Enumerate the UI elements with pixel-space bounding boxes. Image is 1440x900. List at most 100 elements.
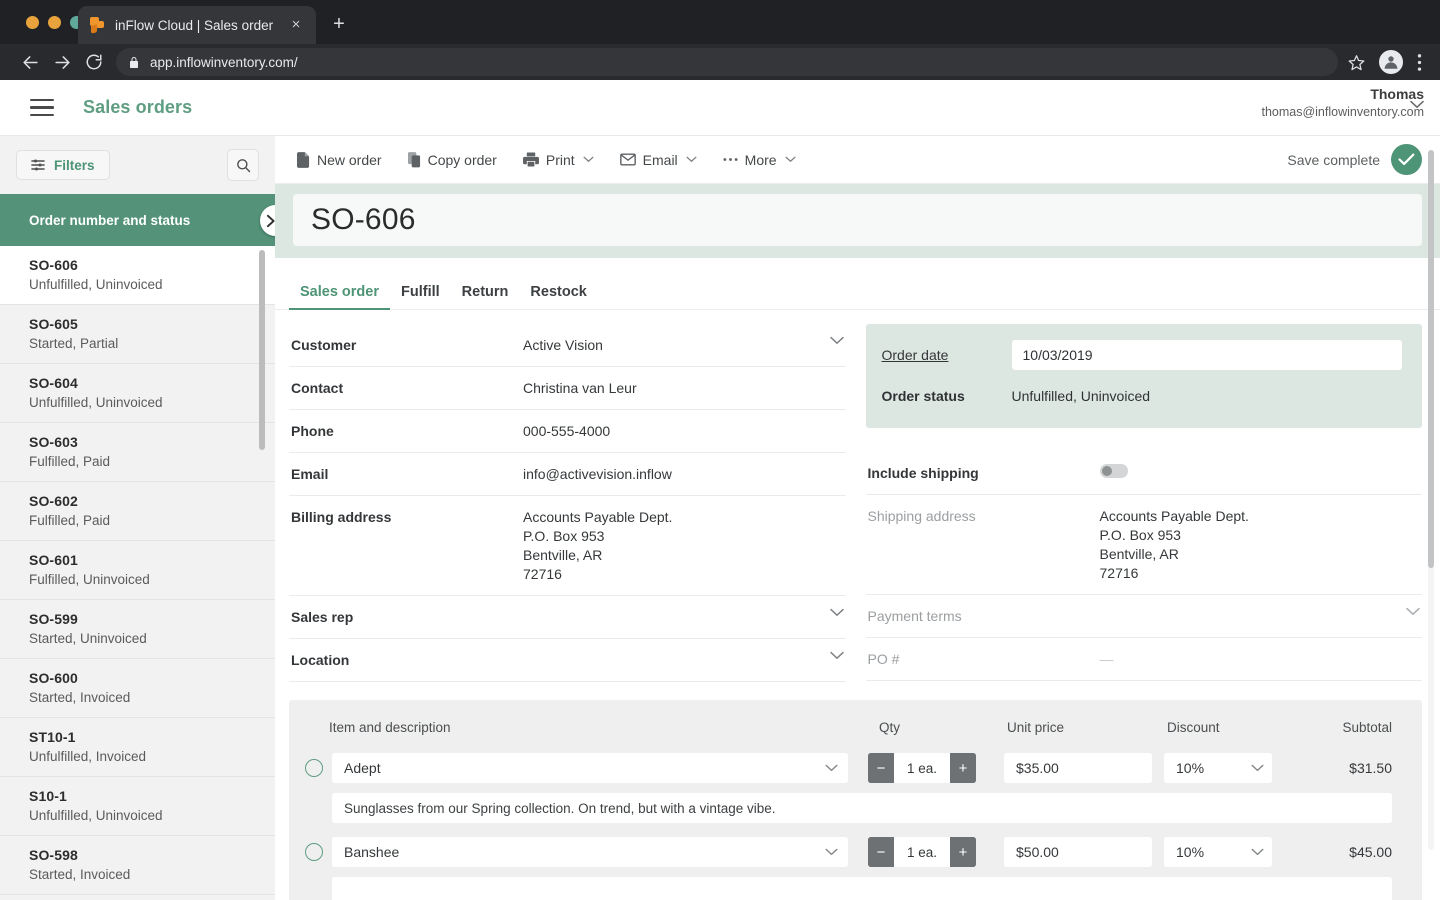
- minimize-window-button[interactable]: [48, 16, 61, 29]
- forward-button[interactable]: [46, 48, 78, 76]
- list-item[interactable]: SO-602 Fulfilled, Paid: [0, 482, 275, 541]
- chevron-down-icon[interactable]: [819, 764, 838, 772]
- discount-select[interactable]: 10%: [1164, 837, 1272, 867]
- field-billing-address[interactable]: Billing address Accounts Payable Dept. P…: [289, 496, 846, 596]
- field-label: Phone: [291, 423, 334, 439]
- field-value: 000-555-4000: [523, 423, 611, 439]
- field-po-number[interactable]: PO # —: [865, 638, 1422, 681]
- field-email[interactable]: Email info@activevision.inflow: [289, 453, 846, 496]
- quantity-stepper[interactable]: − 1 ea. +: [868, 753, 976, 783]
- order-date-row[interactable]: Order date 10/03/2019: [882, 340, 1402, 370]
- chevron-down-icon[interactable]: [583, 156, 594, 163]
- new-document-icon: [297, 151, 310, 168]
- close-tab-icon[interactable]: ×: [286, 15, 306, 35]
- list-item[interactable]: ST10-1 Unfulfilled, Invoiced: [0, 718, 275, 777]
- field-label: PO #: [867, 651, 900, 667]
- reload-button[interactable]: [78, 48, 110, 76]
- address-bar[interactable]: app.inflowinventory.com/: [116, 48, 1338, 76]
- quantity-decrement-button[interactable]: −: [868, 753, 894, 783]
- field-contact[interactable]: Contact Christina van Leur: [289, 367, 846, 410]
- email-button[interactable]: Email: [619, 152, 697, 168]
- quantity-value[interactable]: 1 ea.: [894, 837, 950, 867]
- more-label: More: [744, 151, 777, 168]
- field-payment-terms[interactable]: Payment terms: [865, 595, 1422, 638]
- list-item[interactable]: SO-600 Started, Invoiced: [0, 659, 275, 718]
- browser-menu-icon[interactable]: [1417, 53, 1422, 72]
- unit-price-input[interactable]: $35.00: [1004, 753, 1152, 783]
- back-button[interactable]: [14, 48, 46, 76]
- table-row[interactable]: Adept − 1 ea. + $35.00 10% $31.50: [289, 747, 1422, 789]
- filters-button[interactable]: Filters: [16, 150, 110, 180]
- browser-profile-avatar[interactable]: [1379, 50, 1403, 74]
- field-location[interactable]: Location: [289, 639, 846, 682]
- bookmark-star-icon[interactable]: [1348, 54, 1365, 71]
- row-select-radio[interactable]: [305, 759, 323, 777]
- list-item[interactable]: SO-605 Started, Partial: [0, 305, 275, 364]
- tab-return[interactable]: Return: [451, 284, 520, 309]
- unit-price-input[interactable]: $50.00: [1004, 837, 1152, 867]
- item-description-input[interactable]: Sunglasses from our Spring collection. O…: [332, 793, 1392, 823]
- quantity-stepper[interactable]: − 1 ea. +: [868, 837, 976, 867]
- list-item[interactable]: SO-599 Started, Uninvoiced: [0, 600, 275, 659]
- list-item[interactable]: SO-593: [0, 895, 275, 900]
- chevron-down-icon[interactable]: [1245, 764, 1264, 772]
- list-item[interactable]: S10-1 Unfulfilled, Uninvoiced: [0, 777, 275, 836]
- new-order-button[interactable]: New order: [297, 152, 382, 168]
- print-button[interactable]: Print: [522, 152, 594, 168]
- order-date-label[interactable]: Order date: [882, 347, 1012, 363]
- item-description-input[interactable]: [332, 877, 1392, 900]
- item-name-select[interactable]: Banshee: [332, 837, 848, 867]
- chevron-down-icon[interactable]: [686, 156, 697, 163]
- order-status: Unfulfilled, Uninvoiced: [29, 808, 163, 823]
- field-include-shipping[interactable]: Include shipping: [865, 452, 1422, 495]
- chevron-down-icon[interactable]: [1410, 100, 1424, 109]
- menu-hamburger-icon[interactable]: [30, 98, 54, 117]
- field-customer[interactable]: Customer Active Vision: [289, 324, 846, 367]
- chevron-down-icon[interactable]: [824, 651, 844, 660]
- chevron-down-icon[interactable]: [824, 336, 844, 345]
- orders-list-scrollbar[interactable]: [259, 250, 265, 450]
- new-tab-button[interactable]: +: [327, 13, 351, 37]
- order-form-right-column: Order date 10/03/2019 Order status Unful…: [865, 324, 1422, 682]
- order-date-input[interactable]: 10/03/2019: [1011, 340, 1402, 370]
- quantity-decrement-button[interactable]: −: [868, 837, 894, 867]
- tab-fulfill[interactable]: Fulfill: [390, 284, 451, 309]
- discount-select[interactable]: 10%: [1164, 753, 1272, 783]
- tab-restock[interactable]: Restock: [519, 284, 597, 309]
- list-item[interactable]: SO-601 Fulfilled, Uninvoiced: [0, 541, 275, 600]
- field-phone[interactable]: Phone 000-555-4000: [289, 410, 846, 453]
- list-item[interactable]: SO-604 Unfulfilled, Uninvoiced: [0, 364, 275, 423]
- quantity-increment-button[interactable]: +: [950, 753, 976, 783]
- quantity-value[interactable]: 1 ea.: [894, 753, 950, 783]
- field-label: Billing address: [291, 509, 392, 525]
- copy-order-button[interactable]: Copy order: [407, 152, 497, 168]
- main-scrollbar-thumb[interactable]: [1428, 150, 1434, 568]
- browser-tab[interactable]: inFlow Cloud | Sales order ×: [78, 6, 316, 44]
- table-row[interactable]: Banshee − 1 ea. + $50.00 10% $45.00: [289, 831, 1422, 873]
- search-button[interactable]: [227, 149, 259, 181]
- include-shipping-toggle[interactable]: [1099, 464, 1128, 478]
- user-menu[interactable]: Thomas thomas@inflowinventory.com: [1261, 86, 1424, 119]
- field-sales-rep[interactable]: Sales rep: [289, 596, 846, 639]
- close-window-button[interactable]: [26, 16, 39, 29]
- more-button[interactable]: More: [723, 152, 796, 168]
- item-name-value: Adept: [344, 760, 381, 776]
- chevron-down-icon[interactable]: [785, 156, 796, 163]
- row-select-radio[interactable]: [305, 843, 323, 861]
- field-value: —: [1099, 651, 1114, 667]
- order-number-input[interactable]: SO-606: [293, 194, 1422, 246]
- field-shipping-address[interactable]: Shipping address Accounts Payable Dept. …: [865, 495, 1422, 595]
- quantity-increment-button[interactable]: +: [950, 837, 976, 867]
- tab-sales-order[interactable]: Sales order: [289, 284, 390, 310]
- column-header-qty: Qty: [879, 720, 901, 735]
- field-label: Payment terms: [867, 608, 962, 624]
- chevron-down-icon[interactable]: [819, 848, 838, 856]
- list-item[interactable]: SO-598 Started, Invoiced: [0, 836, 275, 895]
- chevron-down-icon[interactable]: [824, 608, 844, 617]
- list-item[interactable]: SO-606 Unfulfilled, Uninvoiced: [0, 246, 275, 305]
- list-item[interactable]: SO-603 Fulfilled, Paid: [0, 423, 275, 482]
- item-name-select[interactable]: Adept: [332, 753, 848, 783]
- chevron-down-icon[interactable]: [1400, 607, 1420, 616]
- chevron-down-icon[interactable]: [1245, 848, 1264, 856]
- orders-list[interactable]: SO-606 Unfulfilled, Uninvoiced SO-605 St…: [0, 246, 275, 900]
